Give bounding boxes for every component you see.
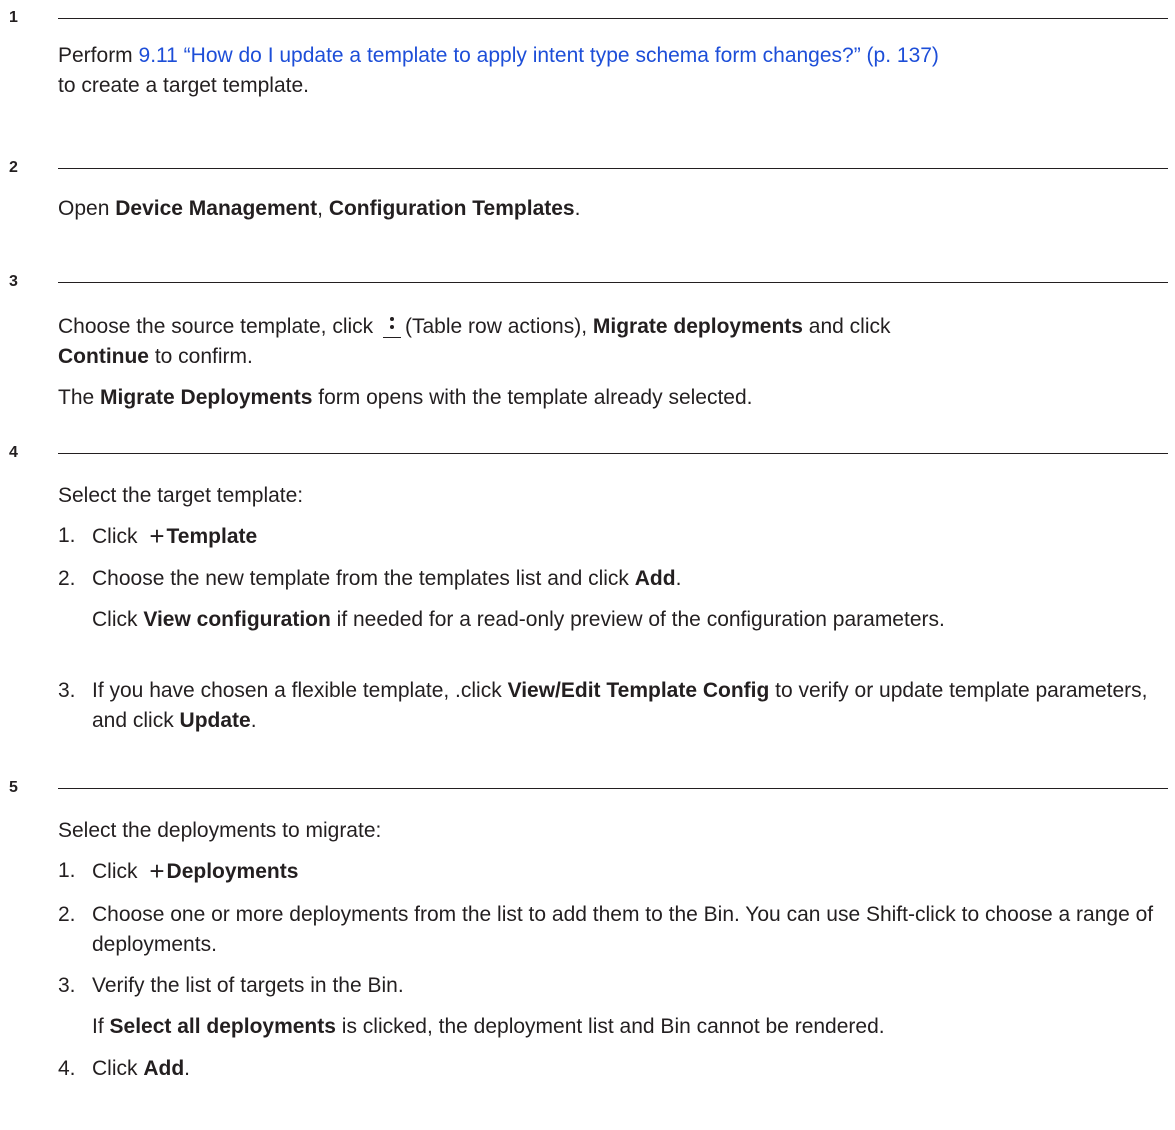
step-text: Perform 9.11 “How do I update a template… <box>58 44 939 67</box>
step-3: 3 Choose the source template, click (Tab… <box>0 272 1175 409</box>
step-divider <box>58 168 1168 169</box>
action-view-configuration: View configuration <box>143 608 331 631</box>
step-divider <box>58 282 1168 283</box>
plus-icon: + <box>149 521 165 551</box>
step-number: 3 <box>9 273 18 290</box>
substep-note: Click View configuration if needed for a… <box>92 608 945 631</box>
step-5: 5 Select the deployments to migrate: 1. … <box>0 778 1175 1080</box>
step-header: 2 <box>0 158 1175 178</box>
step-number: 2 <box>9 159 18 176</box>
substep-note: If Select all deployments is clicked, th… <box>92 1015 885 1038</box>
step-text-continued: to create a target template. <box>58 74 309 97</box>
step-text-continued: Continue to confirm. <box>58 345 253 368</box>
form-name: Migrate Deployments <box>100 386 313 409</box>
step-divider <box>58 18 1168 19</box>
step-2: 2 Open Device Management, Configuration … <box>0 158 1175 220</box>
menu-path-configuration-templates: Configuration Templates <box>328 197 575 220</box>
step-result: The Migrate Deployments form opens with … <box>58 386 753 409</box>
action-add-template: Template <box>166 525 258 548</box>
step-number: 1 <box>9 9 18 26</box>
step-header: 5 <box>0 778 1175 798</box>
action-view-edit-template-config: View/Edit Template Config <box>507 679 770 702</box>
step-number: 5 <box>9 779 18 796</box>
plus-icon: + <box>149 856 165 886</box>
action-migrate-deployments: Migrate deployments <box>592 315 803 338</box>
action-continue: Continue <box>58 345 149 368</box>
step-text: Choose the source template, click (Table… <box>58 313 891 339</box>
menu-path-device-management: Device Management <box>115 197 318 220</box>
step-divider <box>58 788 1168 789</box>
cross-reference-link[interactable]: 9.11 “How do I update a template to appl… <box>139 44 939 67</box>
action-add-deployments: Deployments <box>166 860 299 883</box>
more-vertical-icon <box>381 313 403 339</box>
action-update: Update <box>179 709 251 732</box>
option-select-all-deployments: Select all deployments <box>109 1015 336 1038</box>
step-header: 4 <box>0 443 1175 463</box>
step-text: Open Device Management, Configuration Te… <box>58 197 581 220</box>
step-intro: Select the target template: <box>58 484 304 507</box>
step-header: 3 <box>0 272 1175 292</box>
step-intro: Select the deployments to migrate: <box>58 819 382 842</box>
step-4: 4 Select the target template: 1. Click +… <box>0 443 1175 732</box>
action-add: Add <box>143 1057 185 1080</box>
step-number: 4 <box>9 444 18 461</box>
step-header: 1 <box>0 8 1175 28</box>
step-1: 1 Perform 9.11 “How do I update a templa… <box>0 8 1175 97</box>
step-divider <box>58 453 1168 454</box>
action-add: Add <box>634 567 676 590</box>
